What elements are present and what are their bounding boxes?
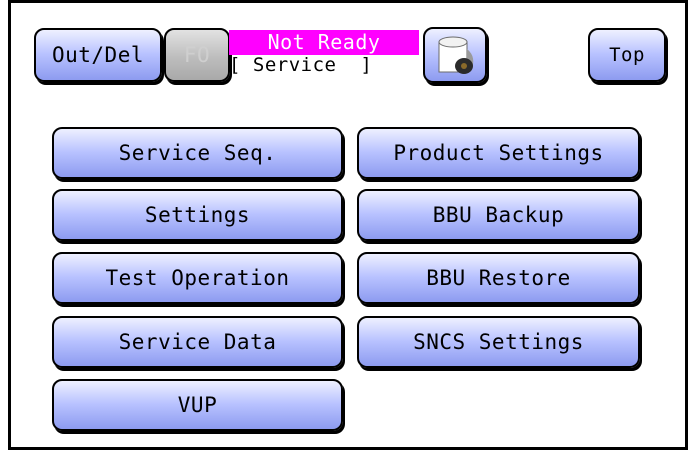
paper-roll-icon [438, 36, 474, 74]
status-display: Not Ready [ Service ] [229, 30, 421, 78]
service-data-button[interactable]: Service Data [52, 316, 343, 368]
mode-label: [ Service ] [229, 54, 373, 76]
bbu-restore-button[interactable]: BBU Restore [357, 252, 640, 304]
settings-button[interactable]: Settings [52, 189, 343, 241]
out-del-button[interactable]: Out/Del [34, 28, 162, 82]
status-not-ready: Not Ready [229, 30, 419, 55]
disabled-button: FO [164, 28, 230, 82]
top-button[interactable]: Top [588, 28, 666, 82]
product-settings-button[interactable]: Product Settings [357, 127, 640, 179]
vup-button[interactable]: VUP [52, 379, 343, 431]
sncs-settings-button[interactable]: SNCS Settings [357, 316, 640, 368]
test-operation-button[interactable]: Test Operation [52, 252, 343, 304]
service-seq-button[interactable]: Service Seq. [52, 127, 343, 179]
bbu-backup-button[interactable]: BBU Backup [357, 189, 640, 241]
paper-roll-button[interactable] [423, 27, 487, 83]
